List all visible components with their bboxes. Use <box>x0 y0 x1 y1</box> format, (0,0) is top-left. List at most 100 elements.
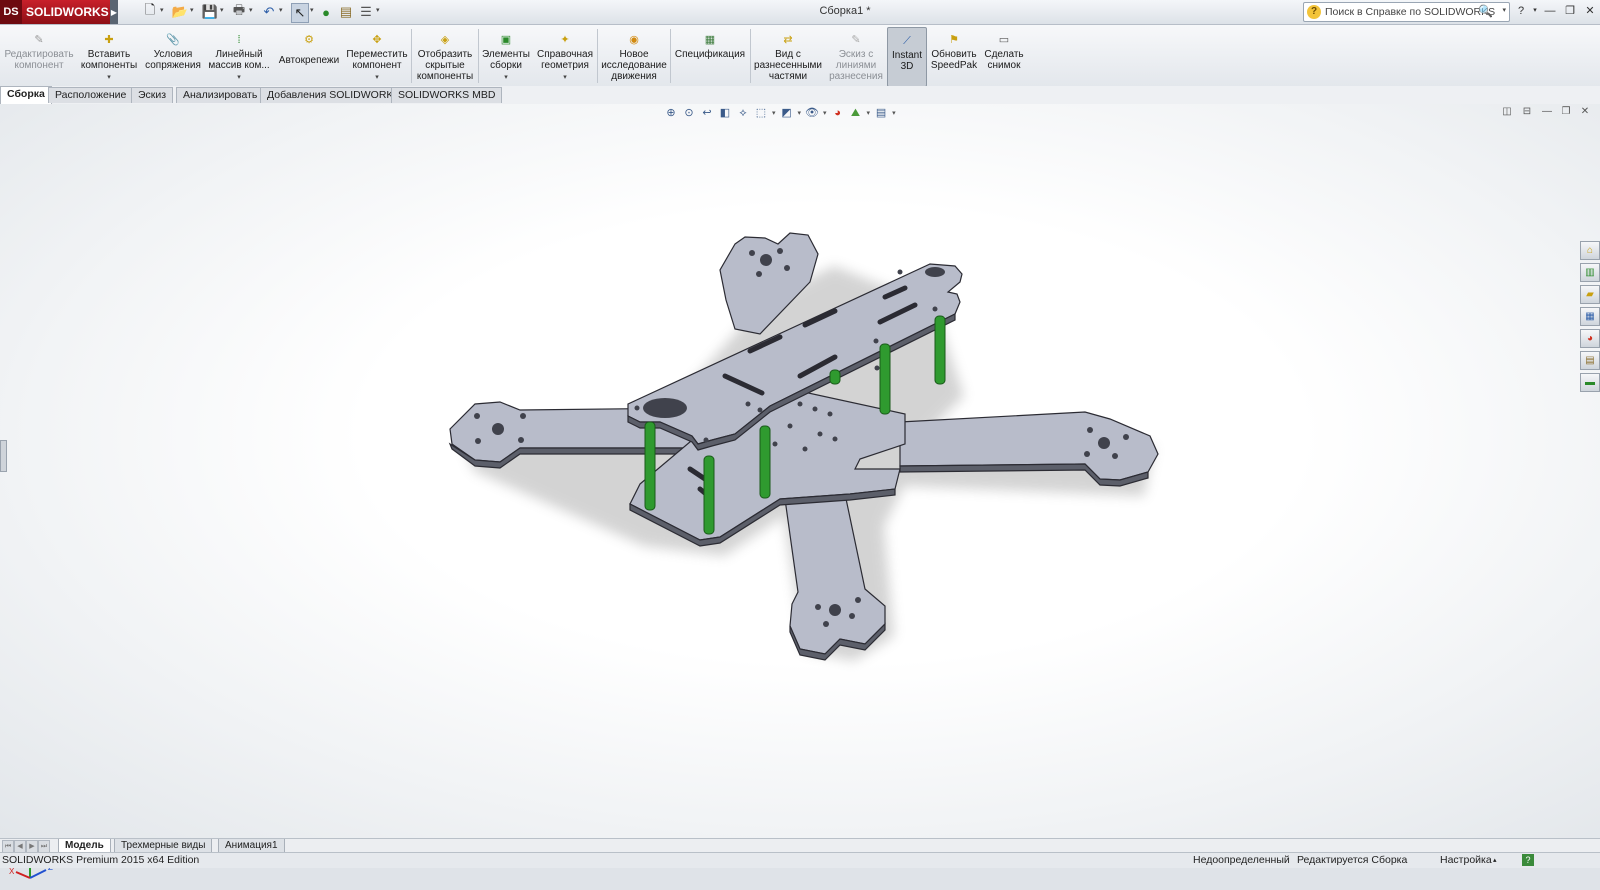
help-status-icon[interactable]: ? <box>1522 854 1534 866</box>
close-icon[interactable]: ✕ <box>1581 3 1599 19</box>
cmd-label: Элементы <box>482 49 530 60</box>
cmd-label: Переместить <box>346 49 408 60</box>
cmd-label: сборки <box>490 60 522 71</box>
move-component-button[interactable]: ✥ Переместить компонент ▾ <box>346 27 408 85</box>
graphics-area[interactable]: ⊕ ⊙ ↩ ◧ ⟡ ⬚ ▾ ◩ ▾ 👁 ▾ ◕ ⛰ ▾ ▤ ▾ ◫ ⊟ — ❐ … <box>0 104 1600 879</box>
top-plate-notch <box>925 267 945 277</box>
cmd-label: компонент <box>352 60 402 71</box>
smart-fasteners-icon: ⚙ <box>304 34 314 46</box>
restore-icon[interactable]: ❐ <box>1561 3 1579 19</box>
tab-addins[interactable]: Добавления SOLIDWORKS <box>260 87 408 103</box>
cmd-label: 3D <box>900 61 914 72</box>
tab-3d-views[interactable]: Трехмерные виды <box>114 839 213 853</box>
cmd-label: Автокрепежи <box>278 55 340 66</box>
insert-components-icon: ✚ <box>104 34 114 46</box>
dropdown-arrow-icon[interactable]: ▾ <box>78 72 140 83</box>
units-settings[interactable]: Настройка <box>1440 853 1492 868</box>
exploded-view-button[interactable]: ⇄ Вид с разнесенными частями <box>753 27 823 85</box>
drone-frame-model[interactable] <box>0 104 1600 838</box>
cmd-label: Эскиз с <box>838 49 874 60</box>
assembly-features-icon: ▣ <box>500 34 512 46</box>
edit-component-icon: ✎ <box>34 34 44 46</box>
view-palette-icon[interactable]: ▦ <box>1580 307 1600 326</box>
smart-fasteners-button[interactable]: ⚙ Автокрепежи <box>276 27 342 85</box>
linear-pattern-icon: ⁞ <box>237 34 241 46</box>
move-component-icon: ✥ <box>372 34 382 46</box>
snapshot-icon: ▭ <box>998 34 1010 46</box>
dropdown-arrow-icon[interactable]: ▾ <box>535 72 595 83</box>
help-question-icon: ? <box>1307 5 1321 19</box>
tab-model[interactable]: Модель <box>58 839 111 853</box>
tab-animation[interactable]: Анимация1 <box>218 839 285 853</box>
linear-pattern-button[interactable]: ⁞ Линейный массив ком... ▾ <box>207 27 271 85</box>
triad-z-axis <box>29 869 47 879</box>
appearances-icon[interactable]: ◕ <box>1580 329 1600 348</box>
cmd-label: линиями <box>835 60 877 71</box>
mate-button[interactable]: 📎 Условия сопряжения <box>142 27 204 85</box>
cmd-label: Редактировать <box>4 49 74 60</box>
reference-geometry-icon: ✦ <box>560 34 570 46</box>
insert-components-button[interactable]: ✚ Вставить компоненты ▾ <box>78 27 140 85</box>
instant3d-button[interactable]: ⟋ Instant 3D <box>887 27 927 87</box>
forum-icon[interactable]: ▬ <box>1580 373 1600 392</box>
cmd-label: Справочная <box>536 49 593 60</box>
editing-status: Редактируется Сборка <box>1297 854 1408 866</box>
status-bar: SOLIDWORKS Premium 2015 x64 Edition Недо… <box>0 852 1600 868</box>
show-hidden-components-button[interactable]: ◈ Отобразить скрытые компоненты <box>414 27 476 85</box>
cmd-label: частями <box>768 71 808 82</box>
task-pane-tabs: ⌂ ▥ ▰ ▦ ◕ ▤ ▬ <box>1580 241 1600 395</box>
settings-dropdown-icon[interactable]: ▴ <box>1493 853 1497 868</box>
search-dropdown-icon[interactable]: ▾ <box>1502 6 1506 14</box>
cmd-label: разнесения <box>829 71 883 82</box>
cmd-label: компоненты <box>416 71 474 82</box>
tab-evaluate[interactable]: Анализировать <box>176 87 265 103</box>
design-library-icon[interactable]: ▥ <box>1580 263 1600 282</box>
exploded-view-icon: ⇄ <box>783 34 793 46</box>
show-hidden-icon: ◈ <box>440 34 450 46</box>
cmd-label: исследование <box>601 60 667 71</box>
reference-geometry-button[interactable]: ✦ Справочная геометрия ▾ <box>535 27 595 85</box>
speedpak-icon: ⚑ <box>949 34 959 46</box>
tab-assembly[interactable]: Сборка <box>0 86 52 104</box>
bottom-tabs: ⏮ ◀ ▶ ⏭ Модель Трехмерные виды Анимация1 <box>0 838 1600 853</box>
bom-icon: ▦ <box>704 34 716 46</box>
cmd-label: Условия <box>153 49 193 60</box>
title-bar: DS SOLIDWORKS ▶ 🗋 ▾ 📂 ▾ 💾 ▾ 🖶 ▾ ↶ ▾ ↖ ▾ … <box>0 0 1600 25</box>
cmd-label: движения <box>611 71 657 82</box>
custom-properties-icon[interactable]: ▤ <box>1580 351 1600 370</box>
tab-layout[interactable]: Расположение <box>48 87 134 103</box>
take-snapshot-button[interactable]: ▭ Сделать снимок <box>981 27 1027 85</box>
file-explorer-icon[interactable]: ▰ <box>1580 285 1600 304</box>
cmd-label: геометрия <box>541 60 589 71</box>
separator <box>597 29 598 83</box>
dropdown-arrow-icon[interactable]: ▾ <box>480 72 532 83</box>
tab-sketch[interactable]: Эскиз <box>131 87 174 103</box>
cmd-label: массив ком... <box>208 60 270 71</box>
solidworks-resources-icon[interactable]: ⌂ <box>1580 241 1600 260</box>
motion-study-icon: ◉ <box>629 34 639 46</box>
bom-button[interactable]: ▦ Спецификация <box>673 27 747 85</box>
cmd-label: Сделать <box>984 49 1024 60</box>
help-search-input[interactable]: ? Поиск в Справке по SOLIDWORKS 🔍 ▾ <box>1303 2 1510 22</box>
command-manager: ✎ Редактировать компонент ✚ Вставить ком… <box>0 25 1600 87</box>
edit-component-button[interactable]: ✎ Редактировать компонент <box>4 27 74 85</box>
minimize-icon[interactable]: — <box>1541 3 1559 19</box>
update-speedpak-button[interactable]: ⚑ Обновить SpeedPak <box>929 27 979 85</box>
assembly-features-button[interactable]: ▣ Элементы сборки ▾ <box>480 27 532 85</box>
dropdown-arrow-icon[interactable]: ▾ <box>346 72 408 83</box>
search-icon[interactable]: 🔍 <box>1478 4 1493 18</box>
separator <box>478 29 479 83</box>
new-motion-study-button[interactable]: ◉ Новое исследование движения <box>600 27 668 85</box>
triad-x-axis <box>15 871 31 879</box>
cmd-label: Вставить <box>87 49 131 60</box>
tab-mbd[interactable]: SOLIDWORKS MBD <box>391 87 503 103</box>
separator <box>750 29 751 83</box>
separator <box>411 29 412 83</box>
cmd-label: Спецификация <box>674 49 746 60</box>
triad-x-label: X <box>9 867 15 876</box>
cmd-label: компонент <box>14 60 64 71</box>
explode-line-sketch-button[interactable]: ✎ Эскиз с линиями разнесения <box>826 27 886 85</box>
edition-text: SOLIDWORKS Premium 2015 x64 Edition <box>2 854 200 866</box>
cmd-label: разнесенными <box>754 60 822 71</box>
dropdown-arrow-icon[interactable]: ▾ <box>207 72 271 83</box>
